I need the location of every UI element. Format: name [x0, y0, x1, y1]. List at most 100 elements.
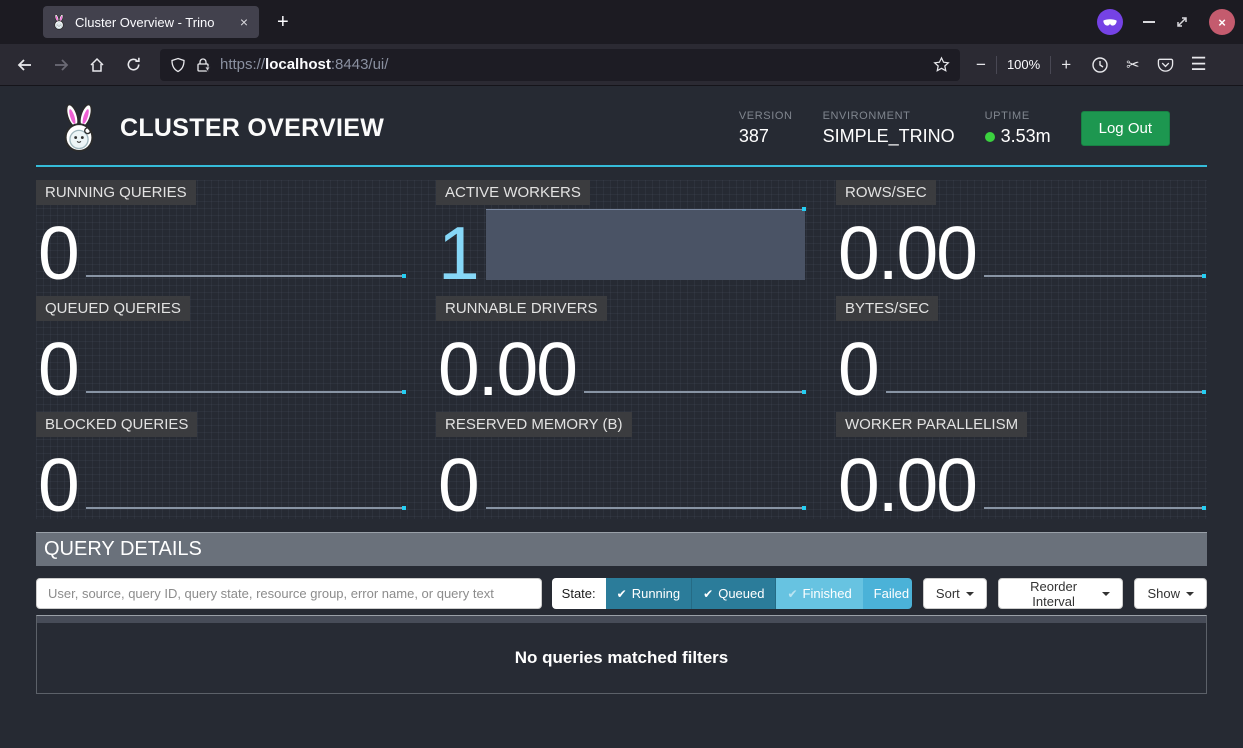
sparkline-dot — [402, 274, 406, 278]
query-details-title: QUERY DETAILS — [36, 532, 1207, 566]
browser-tab[interactable]: Cluster Overview - Trino × — [43, 6, 259, 38]
zoom-out-button[interactable]: − — [976, 55, 986, 75]
sparkline-dot — [1202, 390, 1206, 394]
stat-value: 0 — [838, 338, 878, 400]
menu-hamburger-icon[interactable]: ☰ — [1191, 54, 1207, 75]
environment-info: ENVIRONMENT SIMPLE_TRINO — [823, 110, 955, 147]
sparkline — [886, 391, 1205, 393]
check-icon: ✔ — [703, 587, 713, 601]
sparkline-dot — [802, 390, 806, 394]
sparkline-dot — [802, 506, 806, 510]
state-filter-queued[interactable]: ✔ Queued — [692, 578, 776, 609]
query-details-section: QUERY DETAILS State: ✔ Running ✔ Queued … — [36, 532, 1207, 694]
new-tab-button[interactable]: + — [277, 12, 289, 32]
insecure-lock-icon[interactable] — [195, 57, 211, 73]
sparkline — [486, 507, 805, 509]
pocket-icon[interactable] — [1157, 56, 1174, 73]
stat-tile-runnable-drivers: RUNNABLE DRIVERS 0.00 — [436, 296, 807, 403]
stat-tile-reserved-memory: RESERVED MEMORY (B) 0 — [436, 412, 807, 519]
divider — [996, 56, 997, 74]
stat-label: RUNNING QUERIES — [36, 180, 196, 205]
window-minimize-button[interactable] — [1143, 21, 1155, 23]
sparkline — [984, 275, 1205, 277]
stat-tile-rows-sec: ROWS/SEC 0.00 — [836, 180, 1207, 287]
stat-label: BLOCKED QUERIES — [36, 412, 197, 437]
stat-label: ROWS/SEC — [836, 180, 936, 205]
environment-label: ENVIRONMENT — [823, 110, 955, 122]
version-label: VERSION — [739, 110, 793, 122]
sparkline — [486, 209, 805, 280]
window-close-button[interactable]: × — [1209, 9, 1235, 35]
stat-label: WORKER PARALLELISM — [836, 412, 1027, 437]
history-clock-icon[interactable] — [1091, 56, 1109, 74]
stat-label: BYTES/SEC — [836, 296, 938, 321]
sparkline — [86, 507, 405, 509]
version-value: 387 — [739, 126, 793, 147]
stat-value: 0 — [38, 454, 78, 516]
divider — [1050, 56, 1051, 74]
state-filter-running[interactable]: ✔ Running — [606, 578, 693, 609]
caret-down-icon — [1186, 592, 1194, 596]
sparkline — [984, 507, 1205, 509]
trino-favicon-icon — [51, 14, 67, 30]
stat-value: 0.00 — [438, 338, 576, 400]
uptime-label: UPTIME — [985, 110, 1051, 122]
sparkline — [86, 275, 405, 277]
stat-value: 0 — [38, 222, 78, 284]
bookmark-star-icon[interactable] — [933, 56, 950, 73]
show-dropdown[interactable]: Show — [1134, 578, 1207, 609]
stat-tile-queued-queries: QUEUED QUERIES 0 — [36, 296, 407, 403]
reorder-interval-dropdown[interactable]: Reorder Interval — [998, 578, 1124, 609]
stat-value: 0.00 — [838, 222, 976, 284]
query-list-empty-panel: No queries matched filters — [36, 615, 1207, 694]
environment-value: SIMPLE_TRINO — [823, 126, 955, 147]
home-button[interactable] — [82, 50, 112, 80]
query-list-header-strip — [37, 616, 1206, 623]
stat-label: QUEUED QUERIES — [36, 296, 190, 321]
stat-value: 0 — [438, 454, 478, 516]
reload-button[interactable] — [118, 50, 148, 80]
check-icon: ✔ — [617, 587, 627, 601]
url-text: https://localhost:8443/ui/ — [220, 56, 388, 73]
sparkline-dot — [1202, 506, 1206, 510]
check-icon: ✔ — [787, 587, 797, 601]
uptime-value: 3.53m — [1001, 126, 1051, 146]
stat-tile-running-queries: RUNNING QUERIES 0 — [36, 180, 407, 287]
state-filter-failed-dropdown[interactable]: Failed — [863, 578, 912, 609]
private-browsing-badge — [1097, 9, 1123, 35]
sparkline-dot — [1202, 274, 1206, 278]
stat-label: ACTIVE WORKERS — [436, 180, 590, 205]
sparkline — [584, 391, 805, 393]
stat-label: RESERVED MEMORY (B) — [436, 412, 632, 437]
query-filter-toolbar: State: ✔ Running ✔ Queued ✔ Finished Fa — [36, 578, 1207, 609]
state-filter-finished[interactable]: ✔ Finished — [776, 578, 862, 609]
sparkline — [86, 391, 405, 393]
query-search-input[interactable] — [36, 578, 542, 609]
trino-cluster-overview-page: CLUSTER OVERVIEW VERSION 387 ENVIRONMENT… — [0, 86, 1243, 748]
browser-toolbar: https://localhost:8443/ui/ − 100% + ✂ ☰ — [0, 44, 1243, 86]
private-mask-icon — [1102, 14, 1118, 30]
back-button[interactable] — [10, 50, 40, 80]
uptime-info: UPTIME 3.53m — [985, 110, 1051, 147]
stat-tile-worker-parallelism: WORKER PARALLELISM 0.00 — [836, 412, 1207, 519]
tracking-shield-icon[interactable] — [170, 57, 186, 73]
url-bar[interactable]: https://localhost:8443/ui/ — [160, 49, 960, 81]
zoom-in-button[interactable]: + — [1061, 55, 1071, 75]
zoom-level-button[interactable]: 100% — [1007, 57, 1040, 72]
version-info: VERSION 387 — [739, 110, 793, 147]
sparkline-dot — [402, 390, 406, 394]
window-restore-button[interactable] — [1175, 15, 1189, 29]
sort-dropdown[interactable]: Sort — [923, 578, 987, 609]
logout-button[interactable]: Log Out — [1081, 111, 1170, 146]
tab-title: Cluster Overview - Trino — [75, 15, 237, 30]
uptime-status-dot — [985, 132, 995, 142]
stat-value: 1 — [438, 222, 478, 284]
screenshot-scissors-icon[interactable]: ✂ — [1126, 55, 1139, 75]
tab-close-icon[interactable]: × — [237, 14, 251, 30]
page-title: CLUSTER OVERVIEW — [120, 114, 384, 143]
sparkline-dot — [802, 207, 806, 211]
forward-button[interactable] — [46, 50, 76, 80]
cluster-stats-grid: RUNNING QUERIES 0 ACTIVE WORKERS 1 ROWS/… — [36, 180, 1207, 519]
state-filter-label: State: — [552, 578, 606, 609]
trino-bunny-logo-icon — [58, 103, 100, 153]
